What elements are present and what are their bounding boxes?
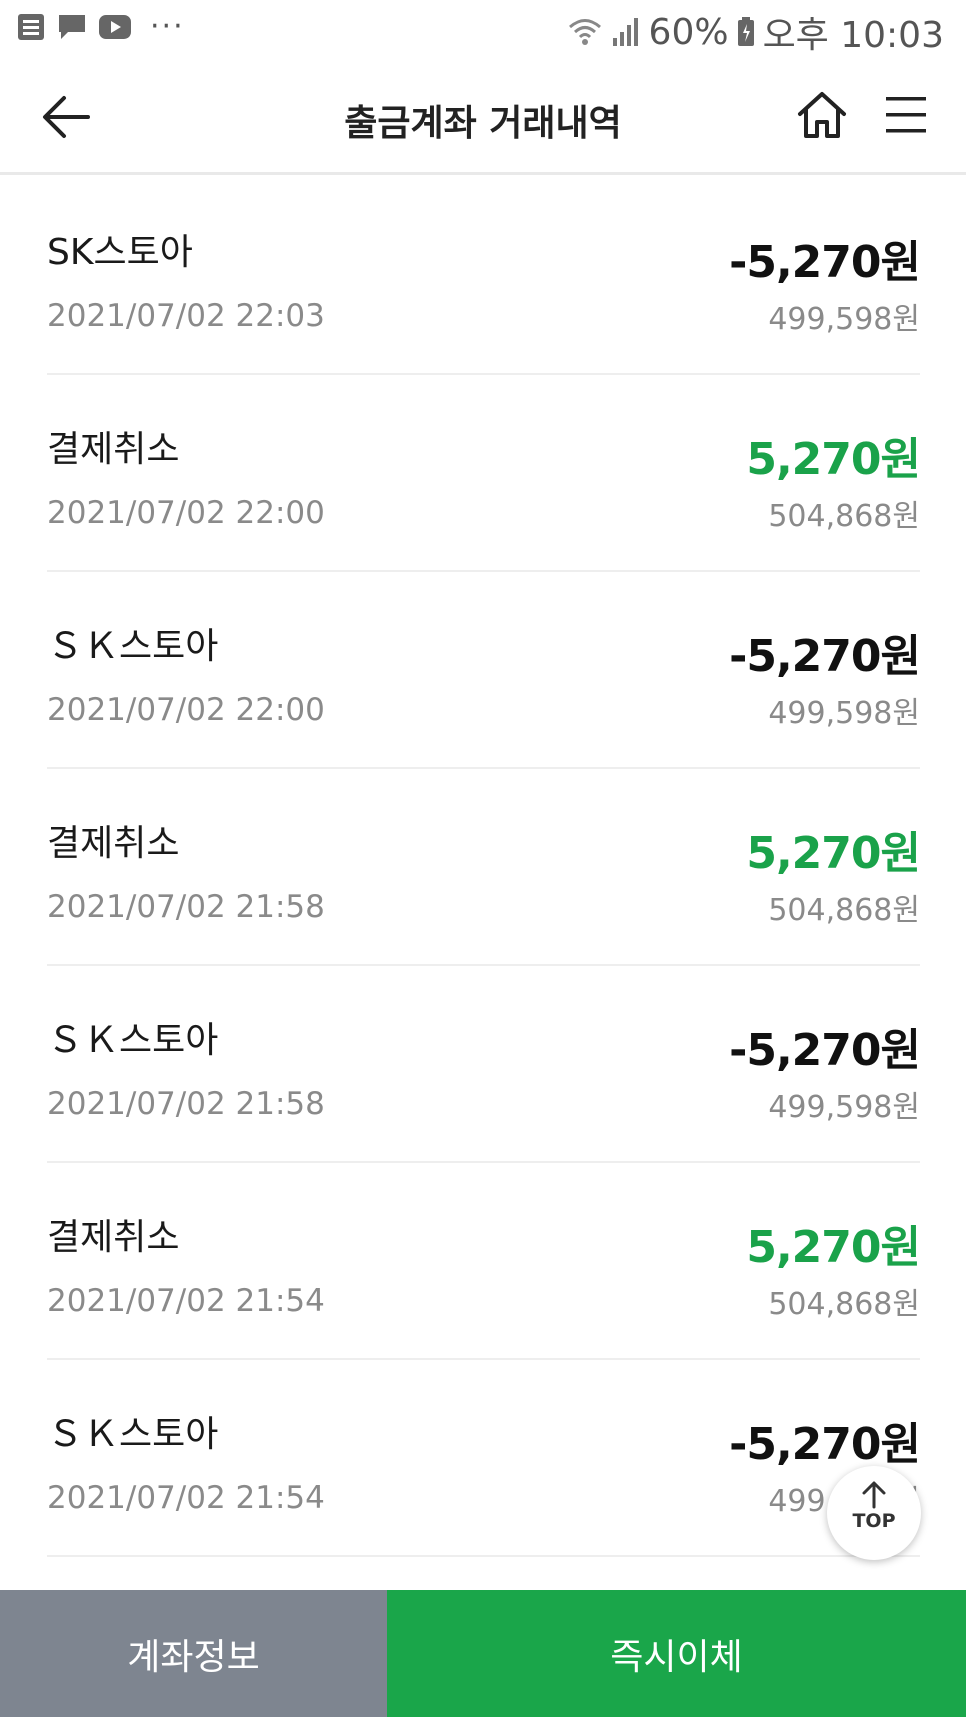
transaction-amount: -5,270원 xyxy=(729,237,921,288)
transaction-datetime: 2021/07/02 22:00 xyxy=(47,692,325,728)
youtube-icon xyxy=(99,15,131,39)
clock: 오후 10:03 xyxy=(762,15,944,56)
transaction-name: SK스토아 xyxy=(47,232,193,273)
transaction-name: 결제취소 xyxy=(47,429,180,470)
app-header: 출금계좌 거래내역 xyxy=(0,58,966,175)
transaction-name: ＳＫ스토아 xyxy=(47,626,219,667)
signal-icon xyxy=(612,18,638,46)
battery-icon xyxy=(737,17,754,46)
home-icon xyxy=(798,92,846,138)
wifi-icon xyxy=(568,19,601,45)
status-right: 60% 오후 10:03 xyxy=(567,6,944,58)
instant-transfer-button[interactable]: 즉시이체 xyxy=(387,1590,966,1717)
transaction-balance: 499,598원 xyxy=(768,302,920,337)
menu-button[interactable] xyxy=(884,94,928,136)
transaction-amount: 5,270원 xyxy=(746,1222,921,1273)
transaction-amount: 5,270원 xyxy=(746,828,921,879)
transaction-row[interactable]: 결제취소 2021/07/02 21:54 5,270원 504,868원 xyxy=(47,1163,921,1360)
transaction-amount: -5,270원 xyxy=(729,1419,921,1470)
transaction-balance: 499,598원 xyxy=(768,696,920,731)
transaction-amount: 5,270원 xyxy=(746,434,921,485)
transaction-name: ＳＫ스토아 xyxy=(47,1414,219,1455)
more-notifications-icon: ··· xyxy=(150,9,185,44)
transaction-row[interactable]: 결제취소 2021/07/02 22:00 5,270원 504,868원 xyxy=(47,375,921,572)
transaction-balance: 504,868원 xyxy=(768,893,920,928)
transaction-datetime: 2021/07/02 22:00 xyxy=(47,495,325,531)
transaction-name: ＳＫ스토아 xyxy=(47,1020,219,1061)
transaction-balance: 499,598원 xyxy=(768,1090,920,1125)
notification-icons: ··· xyxy=(16,12,185,42)
scroll-top-label: TOP xyxy=(852,1510,896,1532)
transaction-datetime: 2021/07/02 22:03 xyxy=(47,298,325,334)
transaction-row[interactable]: SK스토아 2021/07/02 22:03 -5,270원 499,598원 xyxy=(47,178,921,375)
transaction-datetime: 2021/07/02 21:54 xyxy=(47,1480,325,1516)
transaction-row[interactable]: ＳＫ스토아 2021/07/02 22:00 -5,270원 499,598원 xyxy=(47,572,921,769)
transaction-amount: -5,270원 xyxy=(729,631,921,682)
message-icon xyxy=(59,15,85,39)
status-bar: ··· 60% 오후 10:03 xyxy=(0,0,966,58)
transaction-balance: 504,868원 xyxy=(768,499,920,534)
transaction-datetime: 2021/07/02 21:58 xyxy=(47,1086,325,1122)
transaction-name: 결제취소 xyxy=(47,823,180,864)
transaction-name: 결제취소 xyxy=(47,1217,180,1258)
hamburger-menu-icon xyxy=(886,97,926,133)
transaction-list: SK스토아 2021/07/02 22:03 -5,270원 499,598원 … xyxy=(47,178,921,1557)
transaction-datetime: 2021/07/02 21:54 xyxy=(47,1283,325,1319)
battery-percent: 60% xyxy=(648,11,729,53)
transaction-row[interactable]: ＳＫ스토아 2021/07/02 21:58 -5,270원 499,598원 xyxy=(47,966,921,1163)
account-info-button[interactable]: 계좌정보 xyxy=(0,1590,387,1717)
bottom-action-bar: 계좌정보 즉시이체 xyxy=(0,1590,966,1717)
transaction-row[interactable]: 결제취소 2021/07/02 21:58 5,270원 504,868원 xyxy=(47,769,921,966)
notes-icon xyxy=(18,14,44,40)
transaction-datetime: 2021/07/02 21:58 xyxy=(47,889,325,925)
arrow-up-icon xyxy=(862,1481,886,1509)
home-button[interactable] xyxy=(796,90,848,140)
scroll-top-button[interactable]: TOP xyxy=(827,1466,921,1560)
transaction-balance: 504,868원 xyxy=(768,1287,920,1322)
transaction-row[interactable]: ＳＫ스토아 2021/07/02 21:54 -5,270원 499,598원 xyxy=(47,1360,921,1557)
transaction-amount: -5,270원 xyxy=(729,1025,921,1076)
